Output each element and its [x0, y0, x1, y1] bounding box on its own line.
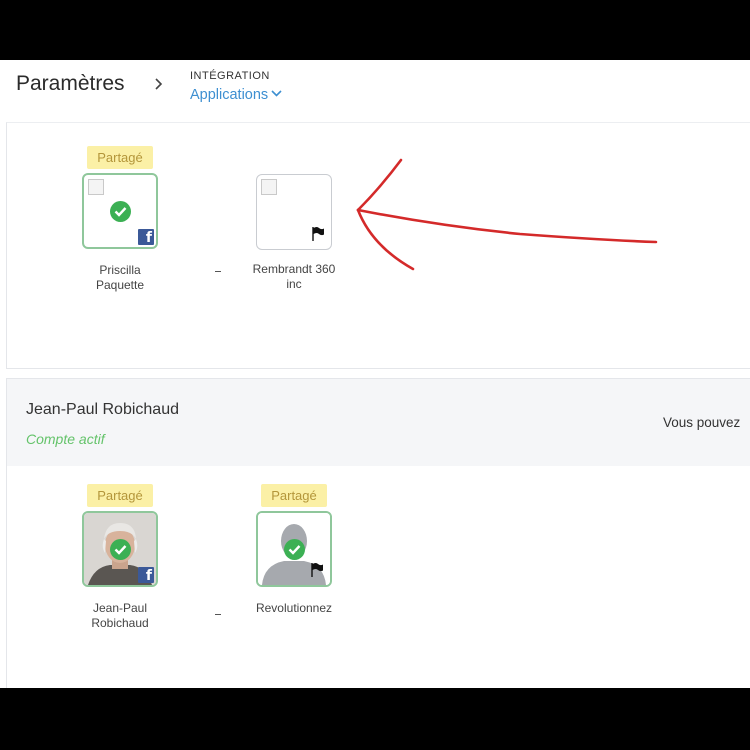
- avatar: [256, 511, 332, 587]
- check-icon: [110, 539, 131, 560]
- flag-icon: [311, 226, 325, 247]
- avatar: f: [82, 173, 158, 249]
- connector-dash: [215, 614, 221, 615]
- page-name: Rembrandt 360 inc: [252, 262, 336, 291]
- shared-badge: Partagé: [261, 484, 327, 507]
- connected-account-node[interactable]: Partagé f Jean-Paul Robichaud: [70, 484, 170, 631]
- connector-dash: [215, 271, 221, 272]
- flag-icon: [310, 562, 324, 583]
- person-name: Jean-Paul Robichaud: [26, 401, 179, 418]
- breadcrumb-chevron-icon: [154, 76, 164, 97]
- page-node[interactable]: Partagé Revolutionnez: [244, 484, 344, 616]
- facebook-icon: f: [138, 567, 154, 584]
- check-icon: [110, 201, 131, 222]
- account-name: Priscilla Paquette: [95, 263, 145, 292]
- chevron-down-icon: [271, 85, 282, 101]
- broken-image-icon: [88, 179, 104, 195]
- avatar: [256, 174, 332, 250]
- page-node[interactable]: Rembrandt 360 inc: [244, 146, 344, 292]
- header-note: Vous pouvez: [663, 415, 741, 430]
- shared-badge: Partagé: [87, 484, 153, 507]
- account-card-2: Jean-Paul Robichaud Compte actif Vous po…: [6, 378, 750, 688]
- applications-dropdown[interactable]: Applications: [190, 85, 282, 103]
- breadcrumb-section: INTÉGRATION: [190, 70, 270, 82]
- account-card-1: Partagé f Priscilla Paquette Rembrandt 3…: [6, 122, 750, 369]
- settings-screen: Paramètres INTÉGRATION Applications Part…: [0, 60, 750, 688]
- connected-account-node[interactable]: Partagé f Priscilla Paquette: [70, 146, 170, 293]
- broken-image-icon: [261, 179, 277, 195]
- shared-badge: Partagé: [87, 146, 153, 169]
- account-status: Compte actif: [26, 431, 105, 447]
- page-name: Revolutionnez: [255, 601, 333, 615]
- account-name: Jean-Paul Robichaud: [91, 601, 149, 630]
- facebook-icon: f: [138, 229, 154, 246]
- avatar: f: [82, 511, 158, 587]
- card-header: Jean-Paul Robichaud Compte actif Vous po…: [7, 379, 750, 466]
- applications-dropdown-label: Applications: [190, 87, 269, 103]
- page-title: Paramètres: [16, 72, 125, 95]
- page-header: Paramètres INTÉGRATION Applications: [0, 60, 750, 120]
- check-icon: [284, 539, 305, 560]
